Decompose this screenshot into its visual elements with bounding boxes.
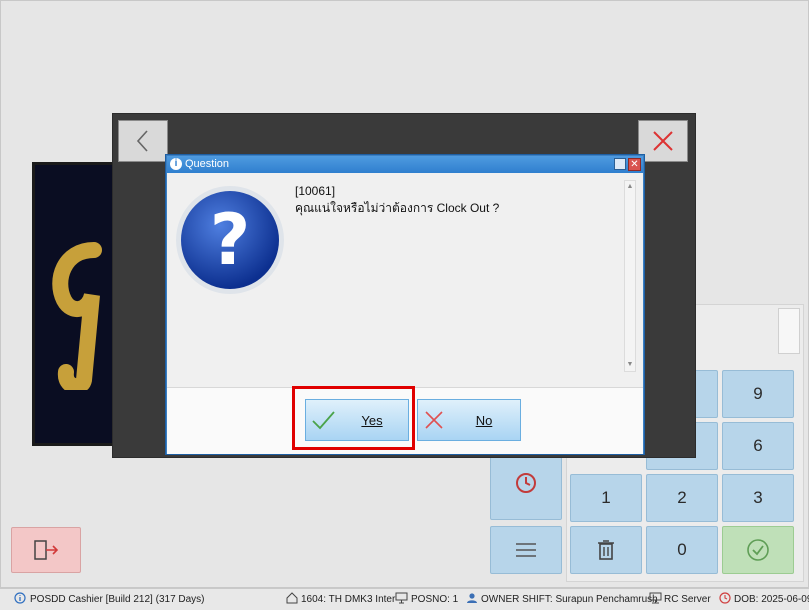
trash-icon xyxy=(598,540,614,560)
close-icon xyxy=(653,131,673,151)
back-icon xyxy=(136,130,148,152)
scroll-down-arrow-icon[interactable]: ▼ xyxy=(626,361,634,369)
status-bar: POSDD Cashier [Build 212] (317 Days) 160… xyxy=(0,588,809,610)
info-icon: i xyxy=(170,158,182,170)
user-icon xyxy=(466,592,478,607)
app-version: POSDD Cashier [Build 212] (317 Days) xyxy=(30,594,205,605)
maximize-button[interactable] xyxy=(614,158,626,170)
key-3[interactable]: 3 xyxy=(722,474,794,522)
server-icon xyxy=(649,592,662,607)
home-icon xyxy=(286,592,298,607)
message-text: คุณแน่ใจหรือไม่ว่าต้องการ Clock Out ? xyxy=(295,201,500,215)
info-icon xyxy=(14,592,26,607)
dialog-close-button[interactable]: ✕ xyxy=(628,158,641,171)
key-1[interactable]: 1 xyxy=(570,474,642,522)
no-button[interactable]: No xyxy=(417,399,521,441)
monitor-icon xyxy=(395,592,408,607)
x-icon xyxy=(425,411,443,429)
brand-logo xyxy=(52,242,102,390)
confirm-button[interactable] xyxy=(722,526,794,574)
clock-icon xyxy=(516,473,536,493)
key-2[interactable]: 2 xyxy=(646,474,718,522)
exit-button[interactable] xyxy=(11,527,81,573)
dialog-titlebar[interactable]: i Question ✕ xyxy=(167,156,643,173)
menu-button[interactable] xyxy=(490,526,562,574)
key-6[interactable]: 6 xyxy=(722,422,794,470)
check-circle-icon xyxy=(747,539,769,561)
message-scrollbar[interactable]: ▲ ▼ xyxy=(624,180,636,372)
message-code: [10061] xyxy=(295,184,336,198)
exit-icon xyxy=(34,540,59,560)
input-field[interactable] xyxy=(778,308,800,354)
yes-button-highlight xyxy=(292,386,415,450)
key-9[interactable]: 9 xyxy=(722,370,794,418)
key-0[interactable]: 0 xyxy=(646,526,718,574)
server-name: RC Server xyxy=(664,594,711,605)
owner-shift: OWNER SHIFT: Surapun Penchamrush xyxy=(481,594,658,605)
dialog-title: Question xyxy=(185,158,230,170)
back-button[interactable] xyxy=(118,120,168,162)
pos-number: POSNO: 1 xyxy=(411,594,459,605)
question-icon: ? xyxy=(176,186,284,294)
branch-info: 1604: TH DMK3 Inter xyxy=(301,594,396,605)
overlay-close-button[interactable] xyxy=(638,120,688,162)
no-label: No xyxy=(475,412,493,428)
date-of-business: DOB: 2025-06-09 xyxy=(734,594,809,605)
menu-icon xyxy=(516,543,536,557)
svg-text:?: ? xyxy=(210,199,251,281)
scroll-up-arrow-icon[interactable]: ▲ xyxy=(626,183,634,191)
delete-button[interactable] xyxy=(570,526,642,574)
clock-small-icon xyxy=(719,592,731,607)
